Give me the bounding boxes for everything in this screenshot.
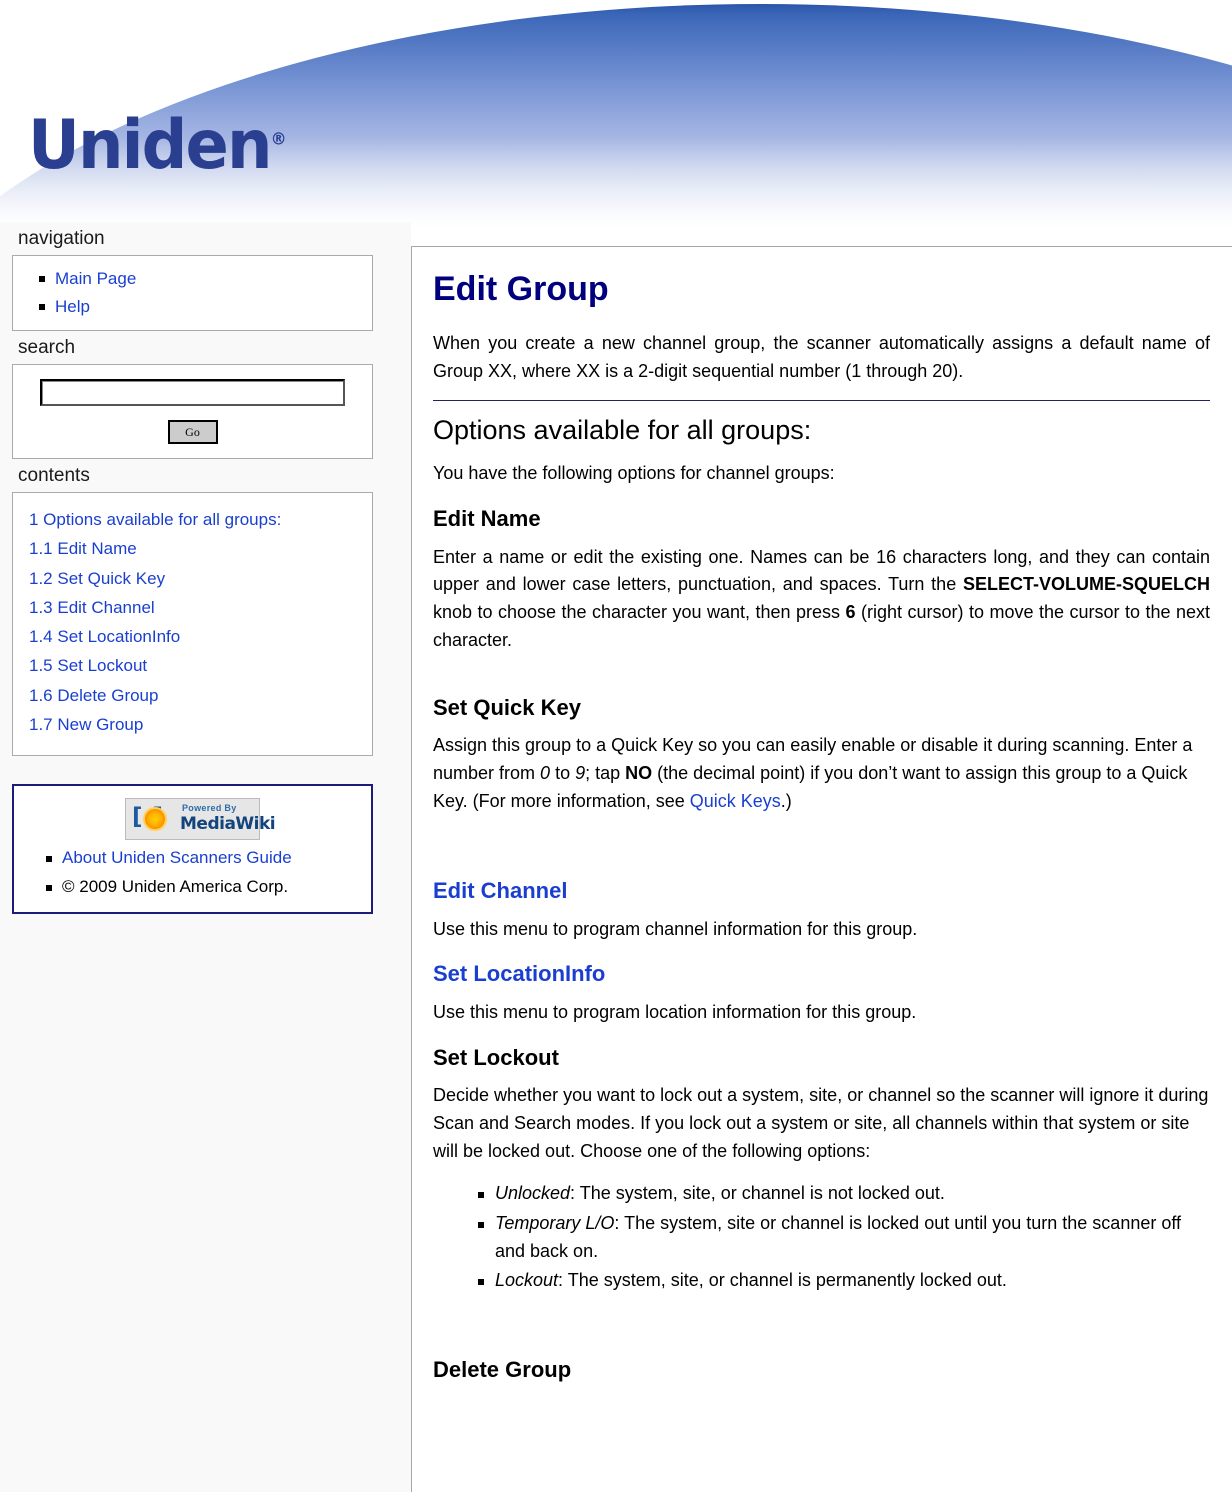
knob-label: SELECT-VOLUME-SQUELCH [962, 574, 1210, 595]
sqk-text-c: ; tap [585, 763, 626, 784]
sqk-num-to: 9 [575, 763, 586, 784]
heading-delete-group: Delete Group [433, 1357, 572, 1383]
sqk-no-key: NO [625, 763, 653, 784]
toc-item-new-group[interactable]: 1.7 New Group [13, 710, 372, 739]
options-intro-paragraph: You have the following options for chann… [433, 463, 835, 484]
section-heading-options: Options available for all groups: [433, 415, 812, 446]
section-divider [433, 400, 1210, 402]
list-item: © 2009 Uniden America Corp. [46, 873, 371, 902]
list-item[interactable]: Main Page [39, 265, 372, 293]
page-title: Edit Group [433, 270, 609, 308]
sunflower-icon [145, 809, 165, 830]
contents-portlet-title: contents [18, 465, 90, 487]
set-lockout-paragraph: Decide whether you want to lock out a sy… [433, 1085, 1209, 1161]
toc-list: 1 Options available for all groups: 1.1 … [13, 493, 372, 755]
list-item[interactable]: About Uniden Scanners Guide [46, 844, 371, 873]
mediawiki-logo-icon[interactable]: [ ] Powered By MediaWiki [125, 798, 276, 841]
search-go-button[interactable]: Go [167, 420, 218, 445]
footer-list: About Uniden Scanners Guide © 2009 Unide… [14, 844, 371, 902]
sqk-num-from: 0 [540, 763, 551, 784]
navigation-list: Main Page Help [13, 256, 372, 330]
uniden-logo[interactable]: Uniden® [28, 112, 287, 180]
sqk-text-e: .) [780, 791, 792, 812]
intro-paragraph: When you create a new channel group, the… [433, 333, 1210, 382]
toc-item-set-locationinfo[interactable]: 1.4 Set LocationInfo [13, 622, 372, 651]
search-portlet-box: Go [12, 364, 373, 460]
registered-trademark-icon: ® [270, 129, 287, 150]
edit-name-text-b: knob to choose the character you want, t… [433, 602, 846, 623]
list-item: Lockout: The system, site, or channel is… [478, 1267, 1210, 1295]
list-item[interactable]: Help [39, 293, 372, 321]
sidebar: navigation Main Page Help search Go cont… [0, 222, 411, 1492]
mediawiki-wordmark: MediaWiki [180, 814, 276, 835]
toc-item-set-lockout[interactable]: 1.5 Set Lockout [13, 651, 372, 680]
list-item: Temporary L/O: The system, site or chann… [478, 1210, 1210, 1266]
sqk-text-b: to [550, 763, 576, 784]
option-term-temporary-lo: Temporary L/O [495, 1212, 615, 1233]
site-banner: Uniden® [0, 0, 1232, 228]
lockout-options-list: Unlocked: The system, site, or channel i… [433, 1180, 1210, 1296]
toc-item-set-quick-key[interactable]: 1.2 Set Quick Key [13, 564, 372, 593]
sidebar-item-main-page[interactable]: Main Page [55, 269, 136, 288]
footer-portlet-box: [ ] Powered By MediaWiki About Uniden Sc… [12, 784, 373, 914]
option-desc-unlocked: : The system, site, or channel is not lo… [570, 1182, 945, 1203]
heading-edit-name: Edit Name [433, 506, 541, 532]
list-item: Unlocked: The system, site, or channel i… [478, 1180, 1210, 1208]
edit-name-paragraph: Enter a name or edit the existing one. N… [433, 544, 1210, 656]
sidebar-item-help[interactable]: Help [55, 297, 90, 316]
footer-copyright: © 2009 Uniden America Corp. [62, 876, 289, 896]
heading-edit-channel[interactable]: Edit Channel [433, 878, 1210, 904]
navigation-portlet-box: Main Page Help [12, 255, 373, 332]
set-quick-key-paragraph: Assign this group to a Quick Key so you … [433, 732, 1210, 816]
toc-item-edit-name[interactable]: 1.1 Edit Name [13, 534, 372, 563]
toc-item-options-available[interactable]: 1 Options available for all groups: [13, 505, 372, 534]
main-content: Edit Group When you create a new channel… [411, 246, 1232, 1492]
option-term-lockout: Lockout [495, 1270, 559, 1291]
option-desc-lockout: : The system, site, or channel is perman… [558, 1270, 1007, 1291]
contents-portlet-box: 1 Options available for all groups: 1.1 … [12, 492, 373, 757]
search-input[interactable] [40, 379, 345, 407]
heading-set-locationinfo[interactable]: Set LocationInfo [433, 961, 1210, 987]
navigation-portlet-title: navigation [18, 228, 105, 249]
mediawiki-powered-by-label: Powered By [182, 803, 237, 814]
toc-item-edit-channel[interactable]: 1.3 Edit Channel [13, 593, 372, 622]
search-portlet-title: search [18, 337, 76, 359]
link-quick-keys[interactable]: Quick Keys [690, 791, 781, 811]
edit-channel-paragraph: Use this menu to program channel informa… [433, 918, 918, 939]
logo-text: Uniden [28, 106, 273, 185]
heading-set-quick-key: Set Quick Key [433, 695, 581, 721]
search-form: Go [13, 365, 372, 458]
set-locationinfo-paragraph: Use this menu to program location inform… [433, 1001, 917, 1022]
key-label: 6 [845, 602, 856, 623]
option-term-unlocked: Unlocked [495, 1182, 571, 1203]
toc-item-delete-group[interactable]: 1.6 Delete Group [13, 681, 372, 710]
heading-set-lockout: Set Lockout [433, 1044, 559, 1070]
footer-link-about[interactable]: About Uniden Scanners Guide [62, 848, 292, 867]
